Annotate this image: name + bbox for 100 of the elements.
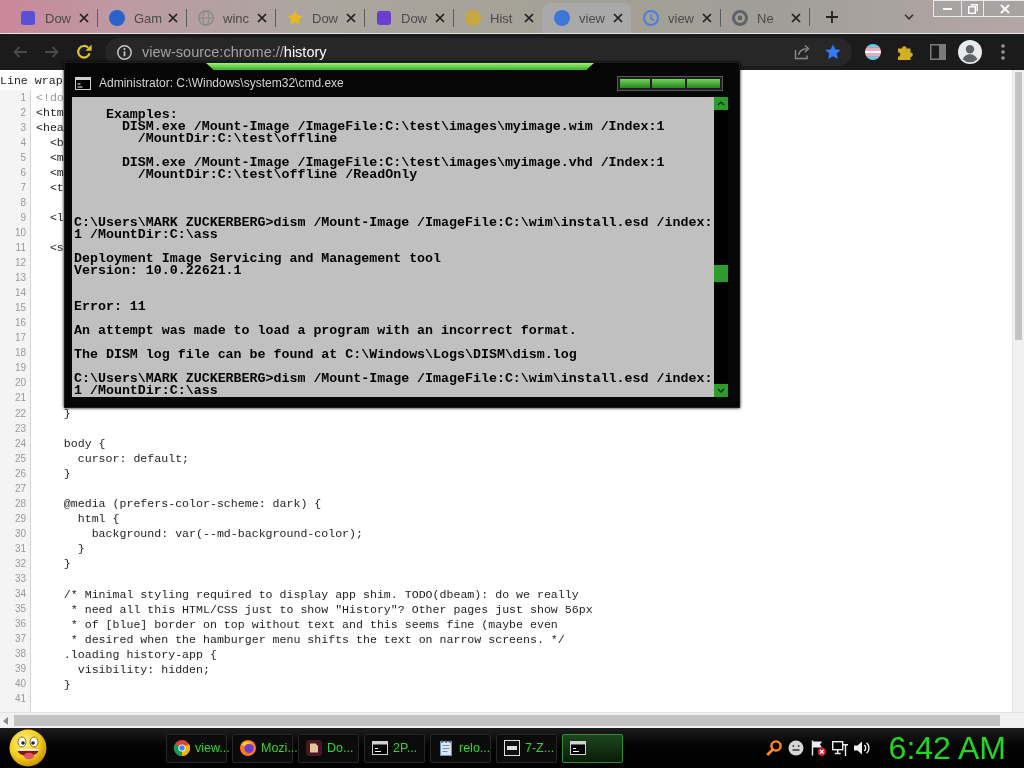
taskbar-button[interactable]: 7-Z... [496, 733, 557, 763]
browser-tab[interactable]: view [542, 3, 631, 33]
close-icon[interactable] [524, 13, 534, 23]
code-line: body { [62, 437, 106, 451]
code-line: <m [48, 151, 64, 165]
line-number: 13 [14, 272, 26, 285]
code-line: } [62, 557, 71, 571]
taskbar-button[interactable]: relo... [430, 733, 491, 763]
close-icon[interactable] [435, 13, 445, 23]
code-line: } [76, 542, 85, 556]
line-number: 30 [14, 527, 26, 540]
close-icon[interactable] [702, 13, 712, 23]
line-number: 24 [14, 437, 26, 450]
close-icon[interactable] [168, 13, 178, 23]
puzzle-icon[interactable] [897, 44, 913, 60]
line-number: 32 [14, 557, 26, 570]
line-number: 19 [14, 362, 26, 375]
line-number: 35 [14, 603, 26, 616]
line-number: 28 [14, 497, 26, 510]
line-number: 4 [20, 136, 26, 149]
restore-icon [967, 3, 978, 14]
left-arrow-icon[interactable] [3, 716, 8, 725]
caret-icon[interactable] [904, 13, 914, 20]
line-number: 29 [14, 512, 26, 525]
horizontal-scrollbar[interactable] [0, 712, 1024, 728]
code-line: @media (prefers-color-scheme: dark) { [62, 497, 322, 511]
minimize-icon [943, 7, 952, 10]
code-line: <m [48, 166, 64, 180]
maximize-button[interactable] [652, 78, 685, 88]
console-icon [570, 740, 586, 756]
line-number: 38 [14, 648, 26, 661]
code-line: background: var(--md-background-color); [90, 527, 363, 541]
striped-circle-icon[interactable] [865, 44, 881, 60]
side-panel-icon[interactable] [930, 44, 946, 60]
share-icon[interactable] [794, 44, 810, 60]
line-number: 1 [20, 91, 26, 104]
taskbar-button[interactable]: 2P... [364, 733, 425, 763]
line-number: 18 [14, 347, 26, 360]
code-line: .loading history-app { [62, 647, 217, 661]
line-number: 33 [14, 573, 26, 585]
code-line: <!do [36, 91, 64, 104]
window-title: Administrator: C:\Windows\system32\cmd.exe [99, 76, 344, 90]
neutral-face-icon[interactable] [787, 740, 804, 756]
star-icon[interactable] [825, 44, 841, 60]
line-number: 21 [14, 392, 26, 405]
code-line: /* Minimal styling required to display app shim. TODO(dbeam): do we really [62, 587, 579, 601]
line-number: 37 [14, 633, 26, 646]
line-number: 6 [20, 166, 26, 179]
line-number: 16 [14, 317, 26, 330]
clock: 6:42 AM [888, 729, 1006, 767]
info-icon[interactable] [117, 44, 132, 60]
code-line: <b [48, 136, 64, 150]
taskbar-button[interactable] [562, 733, 623, 763]
notepad-icon [438, 740, 454, 756]
start-button[interactable] [8, 729, 48, 767]
line-number: 11 [15, 242, 26, 254]
line-number: 15 [14, 302, 26, 315]
flag-icon[interactable] [809, 740, 826, 756]
scrollbar-thumb[interactable] [1015, 72, 1022, 340]
line-number: 40 [14, 678, 26, 691]
console-icon [75, 76, 91, 90]
close-icon[interactable] [79, 13, 89, 23]
scrollbar-thumb[interactable] [14, 715, 1000, 726]
plus-icon[interactable] [826, 10, 838, 23]
close-icon[interactable] [257, 13, 267, 23]
line-number: 14 [14, 287, 26, 300]
taskbar-button[interactable]: Do... [298, 733, 359, 763]
menu-icon[interactable] [1001, 44, 1005, 60]
code-line: html { [76, 512, 120, 526]
browser-tab[interactable]: view [631, 3, 720, 33]
reload-icon[interactable] [76, 44, 92, 60]
vertical-scrollbar[interactable] [1012, 70, 1024, 712]
line-number: 17 [14, 332, 26, 345]
close-icon[interactable] [791, 13, 801, 23]
code-line: * desired when the hamburger menu shifts the text on narrow screens. */ [69, 632, 565, 646]
close-icon[interactable] [346, 13, 356, 23]
close-button[interactable] [687, 78, 720, 88]
line-number: 3 [20, 121, 26, 134]
browser-tab[interactable]: Dow [8, 3, 97, 33]
search-icon[interactable] [765, 740, 782, 756]
avatar-icon[interactable] [958, 40, 982, 64]
line-number: 9 [20, 211, 26, 224]
speaker-icon[interactable] [853, 740, 870, 756]
close-icon[interactable] [613, 13, 623, 23]
minimize-button[interactable] [620, 78, 650, 88]
line-number: 7 [20, 181, 26, 194]
scrollbar-thumb[interactable] [714, 265, 728, 282]
line-number: 10 [14, 226, 26, 239]
taskbar-button[interactable]: view... [166, 733, 227, 763]
code-line: visibility: hidden; [76, 662, 210, 676]
network-icon[interactable] [831, 740, 848, 756]
line-number: 27 [14, 482, 26, 495]
line-wrap-label[interactable]: Line wrap [0, 73, 63, 87]
close-icon [999, 3, 1010, 14]
line-number: 2 [20, 106, 26, 119]
code-line: <t [48, 181, 64, 195]
console-scrollbar[interactable] [714, 97, 728, 397]
line-number: 25 [14, 452, 26, 465]
line-number: 8 [20, 196, 26, 209]
code-line: * need all this HTML/CSS just to show "History"? Other pages just show 56px [69, 602, 593, 616]
